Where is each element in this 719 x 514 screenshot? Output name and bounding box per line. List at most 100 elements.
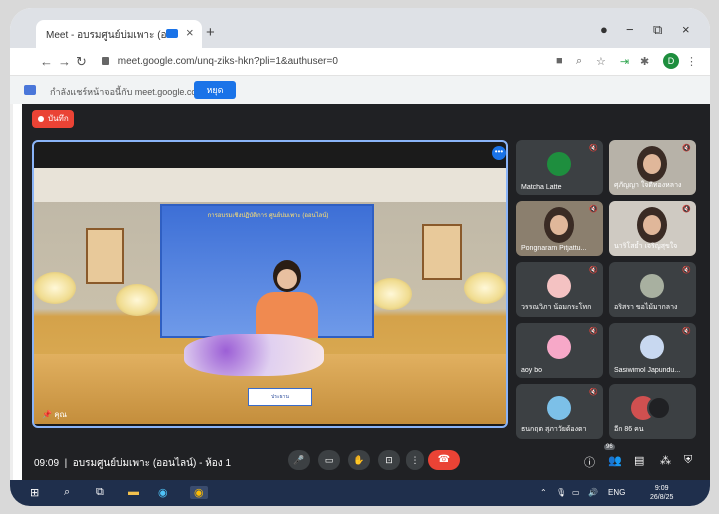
windows-taskbar: ⊞ ⌕ ⧉ ▬ ◉ ◉ ⌃ 🎙 ▭ 🔊 ENG 9:09 26/8/25 [10,480,710,506]
forward-icon[interactable]: → [58,54,71,69]
participant-name: อริสรา ขอไม้มากลาง [614,304,678,311]
url-field[interactable]: meet.google.com/unq-ziks-hkn?pli=1&authu… [102,52,552,72]
tab-title: Meet - อบรมศูนย์บ่มเพาะ (ออ [46,30,173,41]
camera-recording-icon [166,29,178,38]
participant-avatar [547,274,571,298]
participant-tile[interactable]: 🔇 นาริโสย้ำ เจริญสุขใจ [609,201,696,256]
stop-sharing-button[interactable]: หยุด [194,81,236,99]
extensions-puzzle-icon[interactable]: ✱ [640,55,649,68]
microphone-button[interactable]: 🎤 [288,450,310,470]
activities-icon[interactable]: ⁂ [660,454,671,467]
camera-indicator-icon[interactable]: ■ [556,55,563,67]
ceiling [34,168,506,202]
leave-call-button[interactable]: ☎ [428,450,460,470]
hang-up-icon: ☎ [437,454,451,465]
participant-tile[interactable]: 🔇 ธนกฤต สุภาวัยด้องตา [516,384,603,439]
participant-tile[interactable]: 🔇 aoy bo [516,323,603,378]
present-icon: ⊡ [385,455,393,465]
participant-name: ศุภัญญา ใจดีทองหลาง [614,182,682,189]
raise-hand-button[interactable]: ✋ [348,450,370,470]
profile-avatar[interactable]: D [663,53,679,69]
network-icon[interactable]: ▭ [572,488,580,497]
participant-avatar [640,335,664,359]
participant-name: Matcha Latte [521,184,562,191]
edge-icon[interactable]: ◉ [158,486,168,499]
portrait-right [422,224,462,280]
mic-off-icon: 🔇 [589,267,598,274]
participant-tile[interactable]: 🔇 Sasiwimol Japundu... [609,323,696,378]
chrome-kebab-menu-icon[interactable]: ⋮ [686,55,697,68]
more-options-button[interactable]: ⋮ [406,450,424,470]
video-scene: การอบรมเชิงปฏิบัติการ ศูนย์บ่มเพาะ (ออนไ… [34,168,506,424]
tray-mic-icon[interactable]: 🎙 [556,488,566,497]
participant-avatar [640,274,664,298]
participant-name: ธนกฤต สุภาวัยด้องตา [521,426,587,433]
lock-icon [102,57,109,65]
camera-icon: ▭ [324,455,334,465]
language-indicator[interactable]: ENG [608,488,625,497]
participant-avatar [547,396,571,420]
nameplate: ประธาน [248,388,312,406]
mic-off-icon: 🔇 [682,267,691,274]
clock-date: 26/8/25 [650,494,674,501]
microphone-icon: 🎤 [293,455,305,465]
tab-close-icon[interactable]: × [186,25,194,40]
new-tab-button[interactable]: + [206,24,215,41]
mic-off-icon: 🔇 [589,206,598,213]
host-controls-icon[interactable]: ⛨ [684,454,692,467]
participant-name: Pongnaram Pitjattu... [521,245,587,252]
task-view-icon[interactable]: ⧉ [96,486,104,499]
recording-badge[interactable]: บันทึก [32,110,74,128]
meet-stage: บันทึก ••• การอบรมเชิงปฏิบัติการ ศูนย์บ่… [22,104,710,480]
self-name-label: 📌 คุณ [42,410,67,419]
back-icon[interactable]: ← [40,54,53,69]
mic-off-icon: 🔇 [589,389,598,396]
zoom-icon[interactable]: ⌕ [576,55,582,68]
participant-name: นาริโสย้ำ เจริญสุขใจ [614,243,678,250]
more-participants-tile[interactable]: อีก 86 คน [609,384,696,439]
sharing-infobar: กำลังแชร์หน้าจอนี้กับ meet.google.com หย… [10,76,710,104]
close-window-button[interactable]: × [682,22,690,37]
meeting-time: 09:09 [34,458,60,469]
tile-options-icon[interactable]: ••• [492,146,506,160]
main-video-tile[interactable]: ••• การอบรมเชิงปฏิบัติการ ศูนย์บ่มเพาะ (… [32,140,508,428]
search-icon[interactable]: ⌕ [64,486,70,499]
chat-icon[interactable]: ▤ [634,454,644,467]
participant-tile[interactable]: 🔇 ศุภัญญา ใจดีทองหลาง [609,140,696,195]
flower-right-2 [464,272,506,304]
windows-start-icon[interactable]: ⊞ [30,486,39,499]
restore-button[interactable]: ⧉ [653,22,662,38]
table-bouquet [184,334,324,376]
participant-tile[interactable]: 🔇 Matcha Latte [516,140,603,195]
participant-avatar [547,335,571,359]
minimize-button[interactable]: − [626,22,634,37]
people-icon[interactable]: 👥 [608,454,622,467]
participant-name: Sasiwimol Japundu... [614,367,681,374]
participant-name: วรรณวิภา น้อมกระโทก [521,304,592,311]
presenter [252,260,322,338]
camera-button[interactable]: ▭ [318,450,340,470]
reload-icon[interactable]: ↻ [76,54,87,70]
hand-icon: ✋ [353,455,365,465]
screen-share-icon [24,85,36,95]
chrome-taskbar-icon[interactable]: ◉ [190,486,208,499]
info-icon[interactable]: ⓘ [584,454,595,470]
mic-off-icon: 🔇 [589,328,598,335]
extension-arrow-icon[interactable]: ⇥ [620,55,629,68]
taskbar-clock[interactable]: 9:09 26/8/25 [650,484,673,502]
participant-tile[interactable]: 🔇 วรรณวิภา น้อมกระโทก [516,262,603,317]
chrome-menu-icon[interactable]: ● [600,22,608,37]
file-explorer-icon[interactable]: ▬ [128,486,139,498]
bookmark-star-icon[interactable]: ☆ [596,55,606,68]
meeting-title: อบรมศูนย์บ่มเพาะ (ออนไลน์) - ห้อง 1 [72,458,232,469]
more-participants-label: อีก 86 คน [614,426,644,433]
browser-tab[interactable]: Meet - อบรมศูนย์บ่มเพาะ (ออ × [36,20,202,48]
participant-tile[interactable]: 🔇 อริสรา ขอไม้มากลาง [609,262,696,317]
volume-icon[interactable]: 🔊 [588,488,598,497]
present-button[interactable]: ⊡ [378,450,400,470]
tray-chevron-icon[interactable]: ⌃ [540,488,547,497]
flower-right-1 [370,278,412,310]
participant-tile[interactable]: 🔇 Pongnaram Pitjattu... [516,201,603,256]
self-name: คุณ [54,410,67,419]
url-text: meet.google.com/unq-ziks-hkn?pli=1&authu… [117,56,338,67]
